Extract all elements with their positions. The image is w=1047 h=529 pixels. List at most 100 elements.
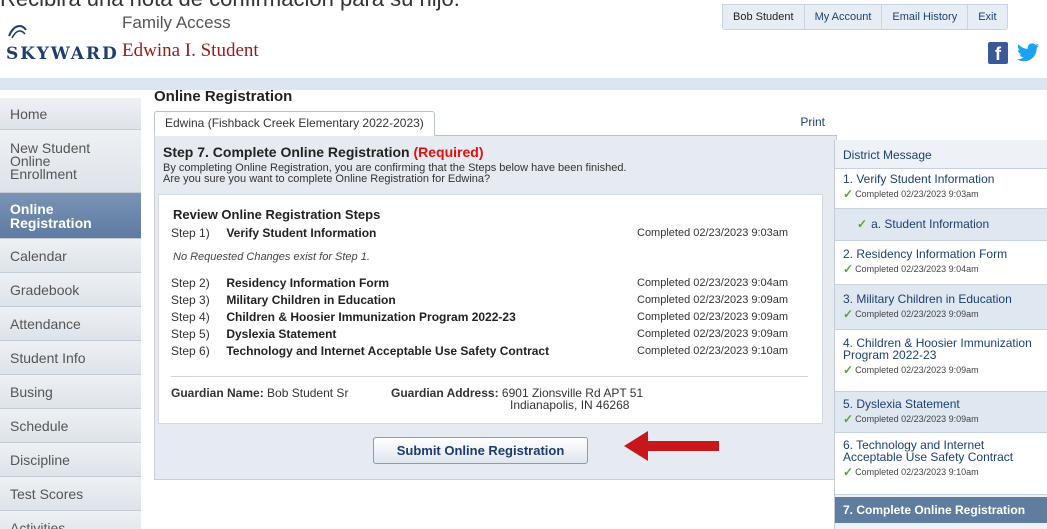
step-header: Step 7. Complete Online Registration (Re…	[155, 136, 836, 191]
step-description: By completing Online Registration, you a…	[163, 163, 828, 185]
sidebar-item-label: Test Scores	[10, 485, 84, 502]
checkmark-icon: ✓	[843, 307, 854, 321]
rp-step-completed: Completed 02/23/2023 9:09am	[855, 309, 979, 319]
sidebar-item-gradebook[interactable]: Gradebook	[0, 273, 141, 307]
no-changes-note: No Requested Changes exist for Step 1.	[173, 251, 370, 263]
divider	[171, 376, 808, 377]
step-number: Step 4)	[171, 310, 210, 324]
sidebar-item-attendance[interactable]: Attendance	[0, 307, 141, 341]
rp-sub-step-title: a. Student Information	[871, 217, 990, 231]
rp-step-completed: Completed 02/23/2023 9:09am	[855, 414, 979, 424]
social-links: f	[988, 42, 1040, 64]
step-row: Step 4) Children & Hoosier Immunization …	[171, 309, 811, 325]
rp-step-completed: Completed 02/23/2023 9:04am	[855, 264, 979, 274]
step-row: Step 6) Technology and Internet Acceptab…	[171, 343, 811, 359]
rp-step-5[interactable]: 5. Dyslexia Statement ✓ Completed 02/23/…	[835, 392, 1047, 433]
district-message-link[interactable]: District Message	[835, 140, 1047, 169]
sidebar-item-label: Discipline	[10, 451, 70, 468]
sidebar-item-new-student-enrollment[interactable]: New Student Online Enrollment	[0, 130, 141, 193]
rp-step-status: ✓ Completed 02/23/2023 9:03am	[843, 187, 1042, 201]
step-number: Step 1)	[171, 226, 210, 240]
sidebar-item-label: Online Registration	[10, 200, 92, 231]
sidebar-item-label: Schedule	[10, 417, 69, 434]
rp-step-4[interactable]: 4. Children & Hoosier Immunization Progr…	[835, 330, 1047, 392]
step-completed: Completed 02/23/2023 9:03am	[637, 227, 789, 239]
rp-step-7-current[interactable]: 7. Complete Online Registration	[835, 497, 1047, 523]
checkmark-icon: ✓	[857, 217, 868, 231]
step-row: Step 1) Verify Student Information Compl…	[171, 225, 811, 241]
sidebar-item-student-info[interactable]: Student Info	[0, 341, 141, 375]
rp-step-status: ✓ Completed 02/23/2023 9:04am	[843, 262, 1042, 276]
step-row: Step 5) Dyslexia Statement Completed 02/…	[171, 326, 811, 342]
step-number: Step 5)	[171, 327, 210, 341]
step-completed: Completed 02/23/2023 9:09am	[637, 311, 789, 323]
sidebar-item-home[interactable]: Home	[0, 98, 141, 130]
step-title-text: Step 7. Complete Online Registration	[163, 144, 410, 160]
rp-step-title: 4. Children & Hoosier Immunization Progr…	[843, 336, 1032, 362]
rp-step-status: ✓ Completed 02/23/2023 9:10am	[843, 465, 1042, 479]
sidebar: Home New Student Online Enrollment Onlin…	[0, 98, 141, 529]
step-number: Step 6)	[171, 344, 210, 358]
sidebar-item-schedule[interactable]: Schedule	[0, 409, 141, 443]
tab-student[interactable]: Edwina (Fishback Creek Elementary 2022-2…	[154, 111, 435, 136]
step-name: Verify Student Information	[226, 226, 377, 240]
rp-step-6[interactable]: 6. Technology and Internet Acceptable Us…	[835, 433, 1047, 495]
sidebar-item-label: Calendar	[10, 247, 67, 264]
step-name: Dyslexia Statement	[226, 327, 337, 341]
step-description-line: Are you sure you want to complete Online…	[163, 173, 491, 185]
sidebar-item-label: Home	[10, 105, 48, 122]
rp-step-title: 3. Military Children in Education	[843, 292, 1012, 306]
sidebar-item-online-registration[interactable]: Online Registration	[0, 193, 141, 239]
sidebar-item-label: Attendance	[10, 315, 81, 332]
rp-step-3[interactable]: 3. Military Children in Education ✓ Comp…	[835, 285, 1047, 330]
review-title: Review Online Registration Steps	[173, 207, 381, 222]
step-completed: Completed 02/23/2023 9:09am	[637, 294, 789, 306]
guardian-name-value: Bob Student Sr	[267, 386, 349, 400]
rp-step-1a[interactable]: ✓ a. Student Information	[835, 209, 1047, 241]
sidebar-item-busing[interactable]: Busing	[0, 375, 141, 409]
rp-step-title: 2. Residency Information Form	[843, 247, 1008, 261]
rp-sub-step: ✓ a. Student Information	[843, 217, 1042, 231]
checkmark-icon: ✓	[843, 187, 854, 201]
sidebar-item-discipline[interactable]: Discipline	[0, 443, 141, 477]
top-nav-my-account[interactable]: My Account	[805, 5, 883, 29]
rp-step-1[interactable]: 1. Verify Student Information ✓ Complete…	[835, 169, 1047, 209]
rp-step-completed: Completed 02/23/2023 9:09am	[855, 365, 979, 375]
rp-step-title: 5. Dyslexia Statement	[843, 397, 960, 411]
step-completed: Completed 02/23/2023 9:09am	[637, 328, 789, 340]
sidebar-item-activities[interactable]: Activities	[0, 511, 141, 529]
sidebar-item-label: Student Info	[10, 349, 86, 366]
rp-step-2[interactable]: 2. Residency Information Form ✓ Complete…	[835, 241, 1047, 285]
step-name: Military Children in Education	[226, 293, 396, 307]
step-number: Step 2)	[171, 276, 210, 290]
sidebar-item-label: Activities	[10, 519, 66, 529]
sidebar-item-label: Busing	[10, 383, 53, 400]
twitter-icon[interactable]	[1016, 42, 1040, 64]
checkmark-icon: ✓	[843, 465, 854, 479]
top-nav-email-history[interactable]: Email History	[882, 5, 969, 29]
guardian-name: Guardian Name: Bob Student Sr	[171, 387, 348, 399]
sidebar-item-calendar[interactable]: Calendar	[0, 239, 141, 273]
step-name: Children & Hoosier Immunization Program …	[226, 310, 516, 324]
checkmark-icon: ✓	[843, 363, 854, 377]
registration-steps-panel: District Message 1. Verify Student Infor…	[834, 140, 1047, 529]
step-row: Step 3) Military Children in Education C…	[171, 292, 811, 308]
step-panel: Step 7. Complete Online Registration (Re…	[154, 136, 837, 480]
top-nav-user[interactable]: Bob Student	[723, 5, 805, 29]
rp-step-status: ✓ Completed 02/23/2023 9:09am	[843, 412, 1042, 426]
red-arrow-icon	[624, 431, 719, 461]
print-link[interactable]: Print	[800, 115, 825, 129]
step-name: Technology and Internet Acceptable Use S…	[226, 344, 550, 358]
skyward-logo[interactable]: SKYWARD	[6, 44, 119, 64]
tab-row: Edwina (Fishback Creek Elementary 2022-2…	[154, 111, 837, 136]
sidebar-item-test-scores[interactable]: Test Scores	[0, 477, 141, 511]
top-nav-exit[interactable]: Exit	[968, 5, 1006, 29]
required-label: (Required)	[413, 144, 484, 160]
main-content: Online Registration Edwina (Fishback Cre…	[154, 88, 837, 508]
guardian-address-line-2: Indianapolis, IN 46268	[510, 398, 630, 412]
submit-online-registration-button[interactable]: Submit Online Registration	[373, 437, 588, 464]
facebook-icon[interactable]: f	[988, 42, 1008, 64]
page-title: Online Registration	[154, 88, 293, 105]
guardian-name-label: Guardian Name:	[171, 386, 264, 400]
rp-step-status: ✓ Completed 02/23/2023 9:09am	[843, 363, 1042, 377]
